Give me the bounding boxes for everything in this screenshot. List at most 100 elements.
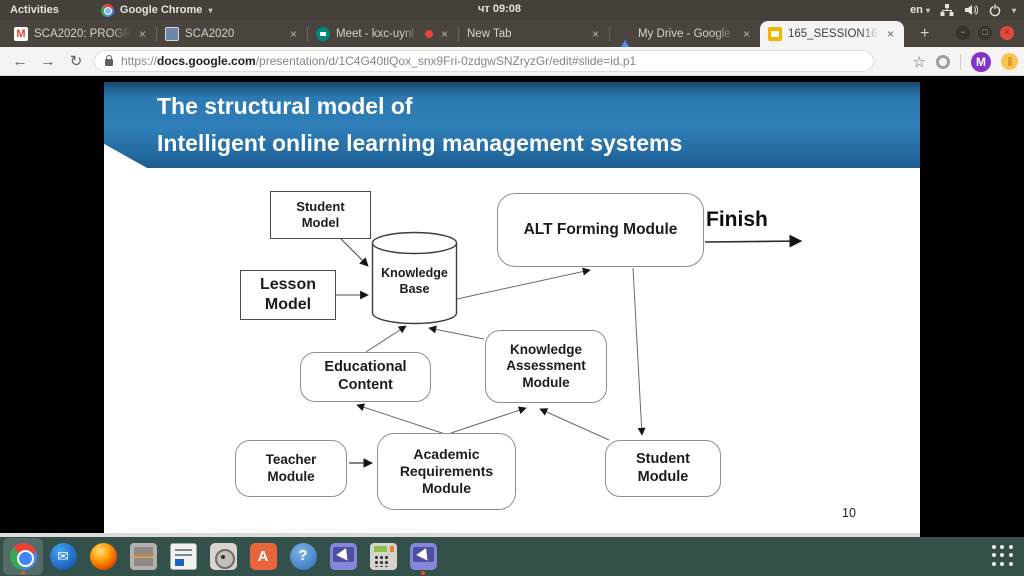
recording-indicator-icon [425, 30, 433, 38]
dock-item-google-chrome[interactable] [3, 538, 43, 575]
speaker-icon [210, 543, 237, 570]
drive-icon [618, 27, 632, 41]
remote-desktop-icon [330, 543, 357, 570]
chrome-icon [101, 4, 114, 17]
tab-title: New Tab [467, 28, 584, 40]
edge-educational-content-to-knowledge-base [366, 326, 406, 352]
activities-button[interactable]: Activities [10, 4, 59, 16]
slides-icon [768, 27, 782, 41]
dock-item-libreoffice-writer[interactable] [163, 538, 203, 575]
network-icon[interactable] [940, 3, 954, 17]
tab-meet[interactable]: Meet - kxc-uynl × [308, 21, 458, 47]
back-button[interactable]: ← [6, 53, 34, 70]
close-icon[interactable]: × [590, 27, 601, 41]
software-bag-icon: A [250, 543, 277, 570]
chrome-icon [10, 543, 37, 570]
system-top-bar: Activities Google Chrome ▾ чт 09:08 en ▾ [0, 0, 1024, 20]
node-lesson-model[interactable]: Lesson Model [240, 270, 336, 320]
app-menu-label: Google Chrome [120, 4, 203, 16]
keyboard-layout-indicator[interactable]: en ▾ [910, 4, 930, 16]
help-icon: ? [290, 543, 317, 570]
calculator-icon [370, 543, 397, 570]
node-knowledge-base[interactable]: Knowledge Base [367, 266, 462, 297]
dock-item-calculator[interactable] [363, 538, 403, 575]
edge-alt-module-to-finish [705, 241, 801, 242]
tab-my-drive[interactable]: My Drive - Google × [610, 21, 760, 47]
tab-title: My Drive - Google [638, 28, 735, 40]
gmail-icon: M [14, 27, 28, 41]
extension-icon-amber[interactable] [1001, 53, 1018, 70]
edge-assessment-to-knowledge-base [429, 328, 484, 339]
tab-title: SCA2020: PROGRA [34, 28, 131, 40]
file-cabinet-icon [130, 543, 157, 570]
finish-label: Finish [706, 208, 768, 232]
firefox-icon [90, 543, 117, 570]
new-tab-button[interactable]: + [920, 25, 929, 43]
dock-item-remote-desktop[interactable] [323, 538, 363, 575]
edge-academic-to-educational-content [357, 405, 445, 434]
tab-title: SCA2020 [185, 28, 282, 40]
reload-button[interactable]: ↻ [62, 52, 90, 70]
power-icon[interactable] [988, 3, 1002, 17]
address-bar[interactable]: https://docs.google.com/presentation/d/1… [94, 50, 874, 72]
node-academic-requirements-module[interactable]: Academic Requirements Module [377, 433, 516, 510]
node-teacher-module[interactable]: Teacher Module [235, 440, 347, 497]
page-number: 10 [842, 506, 856, 520]
tab-title: Meet - kxc-uynl [336, 28, 419, 40]
edge-alt-module-to-student-module [633, 268, 642, 435]
close-icon[interactable]: × [885, 27, 896, 41]
dock-item-help[interactable]: ? [283, 538, 323, 575]
show-applications-button[interactable] [992, 545, 1014, 567]
profile-avatar[interactable]: M [971, 52, 991, 72]
node-alt-forming-module[interactable]: ALT Forming Module [497, 193, 704, 267]
node-student-module[interactable]: Student Module [605, 440, 721, 497]
meet-icon [316, 27, 330, 41]
clock[interactable]: чт 09:08 [478, 3, 521, 15]
tab-strip: M SCA2020: PROGRA × SCA2020 × Meet - kxc… [0, 20, 1024, 47]
tab-gmail-sca2020[interactable]: M SCA2020: PROGRA × [6, 21, 156, 47]
chevron-down-icon: ▾ [926, 6, 930, 15]
minimize-button[interactable]: − [956, 26, 970, 40]
edge-knowledge-base-to-alt-module [457, 270, 590, 299]
volume-icon[interactable] [964, 3, 978, 17]
bookmark-star-icon[interactable]: ☆ [913, 53, 926, 71]
edge-academic-to-assessment [451, 408, 526, 433]
window-controls: − □ × [956, 26, 1014, 40]
url-text: https://docs.google.com/presentation/d/1… [121, 54, 636, 68]
close-window-button[interactable]: × [1000, 26, 1014, 40]
tab-session16-active[interactable]: 165_SESSION16.p × [760, 21, 904, 47]
lock-icon[interactable] [105, 59, 113, 66]
dock-item-media-player[interactable] [203, 538, 243, 575]
chevron-down-icon: ▾ [208, 6, 212, 15]
node-knowledge-assessment-module[interactable]: Knowledge Assessment Module [485, 330, 607, 403]
maximize-button[interactable]: □ [978, 26, 992, 40]
node-student-model[interactable]: Student Model [270, 191, 371, 239]
edge-student-model-to-knowledge-base [341, 239, 368, 266]
node-educational-content[interactable]: Educational Content [300, 352, 431, 402]
website-icon [165, 27, 179, 41]
extension-icon[interactable] [936, 55, 950, 69]
app-menu[interactable]: Google Chrome ▾ [101, 4, 213, 17]
slide-canvas[interactable]: The structural model of Intelligent onli… [104, 82, 920, 533]
browser-viewport: The structural model of Intelligent onli… [0, 76, 1024, 537]
chevron-down-icon[interactable]: ▾ [1012, 6, 1016, 15]
screen-share-icon [410, 543, 437, 570]
edge-student-module-to-assessment [540, 409, 609, 440]
dock: ✉ A ? [0, 537, 1024, 576]
forward-button[interactable]: → [34, 53, 62, 70]
close-icon[interactable]: × [288, 27, 299, 41]
dock-item-ubuntu-software[interactable]: A [243, 538, 283, 575]
dock-item-file-manager[interactable] [123, 538, 163, 575]
close-icon[interactable]: × [741, 27, 752, 41]
tab-title: 165_SESSION16.p [788, 28, 879, 40]
tab-new-tab[interactable]: New Tab × [459, 21, 609, 47]
dock-item-thunderbird-mail[interactable]: ✉ [43, 538, 83, 575]
diagram: Student Model Lesson Model Knowledge Bas… [104, 168, 920, 533]
document-icon [170, 543, 197, 570]
dock-item-screen-share[interactable] [403, 538, 443, 575]
tab-sca2020[interactable]: SCA2020 × [157, 21, 307, 47]
browser-toolbar: ← → ↻ https://docs.google.com/presentati… [0, 47, 1024, 76]
close-icon[interactable]: × [439, 27, 450, 41]
dock-item-firefox[interactable] [83, 538, 123, 575]
close-icon[interactable]: × [137, 27, 148, 41]
